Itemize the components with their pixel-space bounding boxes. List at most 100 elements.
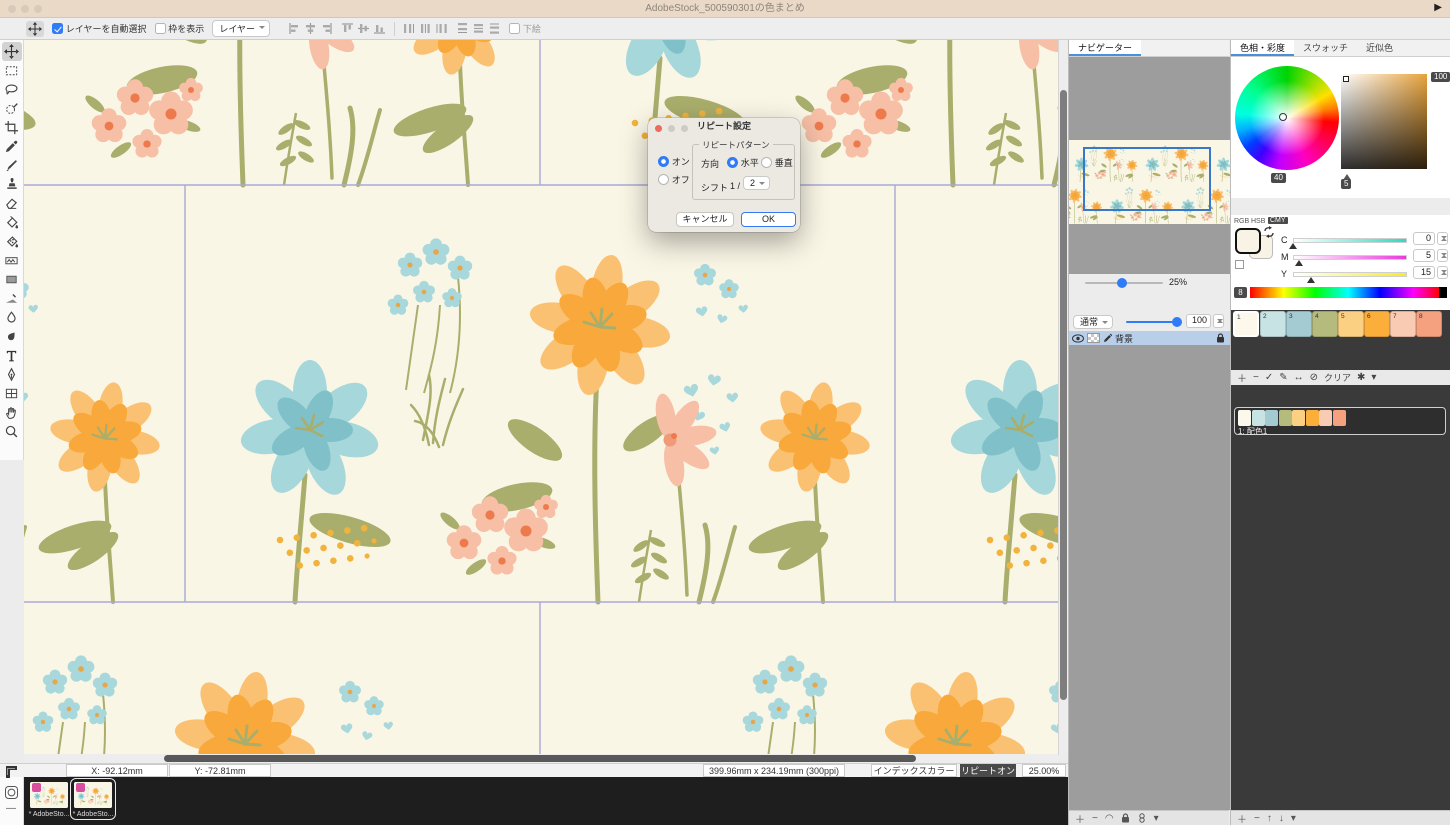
c-slider[interactable] — [1293, 238, 1407, 243]
navigator-viewport[interactable] — [1069, 57, 1230, 274]
c-value[interactable]: 0 — [1413, 232, 1435, 245]
m-stepper[interactable] — [1437, 249, 1448, 262]
cancel-button[interactable]: キャンセル — [676, 212, 734, 227]
delete-layer-button[interactable]: − — [1092, 813, 1098, 824]
hue-wheel[interactable] — [1235, 66, 1339, 170]
link-layer-button[interactable] — [1137, 813, 1147, 823]
clear-swatch-button[interactable]: クリア — [1324, 371, 1351, 384]
y-marker[interactable] — [1307, 273, 1315, 283]
indexed-swatch-8[interactable]: 8 — [1416, 311, 1442, 337]
sat-bright-marker[interactable] — [1343, 76, 1349, 82]
align-middle-v-icon[interactable] — [357, 22, 370, 35]
collapse-strip-icon[interactable]: — — [6, 803, 16, 814]
tool-pen[interactable] — [2, 365, 22, 384]
mode-cmy-tab[interactable]: CMY — [1268, 217, 1288, 224]
document-label-2[interactable]: * AdobeSto... — [70, 811, 116, 818]
ok-button[interactable]: OK — [741, 212, 796, 227]
navigator-view-rect[interactable] — [1083, 147, 1211, 211]
tool-text[interactable] — [2, 346, 22, 365]
repeat-off-radio[interactable]: オフ — [658, 173, 690, 186]
horizontal-scrollbar[interactable] — [24, 754, 1058, 763]
add-scheme-button[interactable]: ＋ — [1237, 811, 1247, 825]
indexed-swatch-3[interactable]: 3 — [1286, 311, 1312, 337]
y-value[interactable]: 15 — [1413, 266, 1435, 279]
indexed-swatch-2[interactable]: 2 — [1260, 311, 1286, 337]
layer-target-dropdown[interactable]: レイヤー — [212, 20, 270, 37]
tool-brush[interactable] — [2, 156, 22, 175]
move-down-button[interactable]: ↓ — [1279, 813, 1284, 824]
document-label-1[interactable]: * AdobeSto... — [26, 811, 72, 818]
c-marker[interactable] — [1289, 239, 1297, 249]
opacity-value[interactable]: 100 — [1186, 314, 1211, 328]
direction-vertical-radio[interactable]: 垂直 — [761, 156, 793, 169]
remove-scheme-button[interactable]: − — [1254, 813, 1260, 824]
align-top-icon[interactable] — [341, 22, 354, 35]
scheme-item-1[interactable]: 1: 配色1 — [1234, 407, 1446, 435]
tool-eyedropper[interactable] — [2, 137, 22, 156]
color-mode-readout[interactable]: インデックスカラー — [871, 764, 957, 777]
align-bottom-icon[interactable] — [373, 22, 386, 35]
draft-checkbox[interactable]: 下絵 — [509, 22, 541, 35]
distribute-top-icon[interactable] — [456, 22, 469, 35]
window-controls[interactable] — [8, 5, 47, 16]
add-swatch-button[interactable]: ＋ — [1237, 370, 1247, 385]
merge-layer-button[interactable]: ◠ — [1105, 813, 1114, 824]
dialog-zoom-button[interactable] — [681, 124, 693, 135]
swatch-menu-button[interactable]: ▾ — [1371, 372, 1376, 383]
v-scroll-thumb[interactable] — [1060, 90, 1067, 700]
mode-rgb-tab[interactable]: RGB — [1234, 218, 1249, 225]
align-right-icon[interactable] — [320, 22, 333, 35]
indexed-swatch-4[interactable]: 4 — [1312, 311, 1338, 337]
tool-color-correct[interactable] — [2, 289, 22, 308]
scheme-menu-button[interactable]: ▾ — [1291, 813, 1296, 824]
lock-layer-button[interactable] — [1121, 813, 1130, 823]
tool-fill[interactable] — [2, 213, 22, 232]
tool-tone[interactable] — [2, 251, 22, 270]
indexed-swatch-6[interactable]: 6 — [1364, 311, 1390, 337]
navigator-zoom-knob[interactable] — [1117, 278, 1127, 288]
hue-wheel-marker[interactable] — [1279, 113, 1287, 121]
auto-select-layer-checkbox[interactable]: レイヤーを自動選択 — [52, 22, 147, 35]
h-scroll-thumb[interactable] — [164, 755, 916, 762]
m-marker[interactable] — [1295, 256, 1303, 266]
tab-swatches[interactable]: スウォッチ — [1294, 40, 1357, 56]
selection-launcher-icon[interactable] — [4, 785, 19, 800]
distribute-bottom-icon[interactable] — [488, 22, 501, 35]
tab-similar-colors[interactable]: 近似色 — [1357, 40, 1402, 56]
tool-grid[interactable] — [2, 384, 22, 403]
direction-horizontal-radio[interactable]: 水平 — [727, 156, 759, 169]
tool-auto-select-brush[interactable] — [2, 99, 22, 118]
layer-row-background[interactable]: 背景 — [1069, 331, 1230, 345]
move-tool-button[interactable] — [26, 21, 44, 37]
c-stepper[interactable] — [1437, 232, 1448, 245]
indexed-swatch-7[interactable]: 7 — [1390, 311, 1416, 337]
tool-move[interactable] — [2, 42, 22, 61]
document-thumbnail-1[interactable] — [30, 782, 68, 808]
distribute-right-icon[interactable] — [435, 22, 448, 35]
tool-hand[interactable] — [2, 403, 22, 422]
document-thumbnail-2[interactable] — [74, 782, 112, 808]
tool-zoom[interactable] — [2, 422, 22, 441]
tool-blur[interactable] — [2, 308, 22, 327]
ruler-corner-icon[interactable] — [4, 765, 18, 779]
distribute-center-h-icon[interactable] — [419, 22, 432, 35]
indexed-swatch-1[interactable]: 1 — [1233, 311, 1259, 337]
opacity-stepper[interactable] — [1213, 314, 1224, 328]
transparent-checkbox[interactable] — [1235, 260, 1244, 269]
layer-menu-button[interactable]: ▾ — [1154, 813, 1159, 824]
sat-bright-square[interactable] — [1341, 74, 1427, 169]
panel-toggle-arrow-icon[interactable]: ▶ — [1434, 2, 1442, 13]
swap-colors-icon[interactable] — [1263, 226, 1275, 238]
special-swatch-button[interactable]: ✱ — [1357, 372, 1365, 383]
m-value[interactable]: 5 — [1413, 249, 1435, 262]
blend-mode-dropdown[interactable]: 通常 — [1073, 315, 1113, 329]
add-layer-button[interactable]: ＋ — [1075, 811, 1085, 825]
mode-hsb-tab[interactable]: HSB — [1251, 218, 1265, 225]
dialog-close-button[interactable] — [655, 124, 667, 135]
move-up-button[interactable]: ↑ — [1267, 813, 1272, 824]
repeat-on-badge[interactable]: リピートオン — [960, 764, 1016, 777]
distribute-left-icon[interactable] — [403, 22, 416, 35]
indexed-swatch-5[interactable]: 5 — [1338, 311, 1364, 337]
vertical-scrollbar[interactable] — [1058, 40, 1068, 755]
tool-stamp[interactable] — [2, 175, 22, 194]
